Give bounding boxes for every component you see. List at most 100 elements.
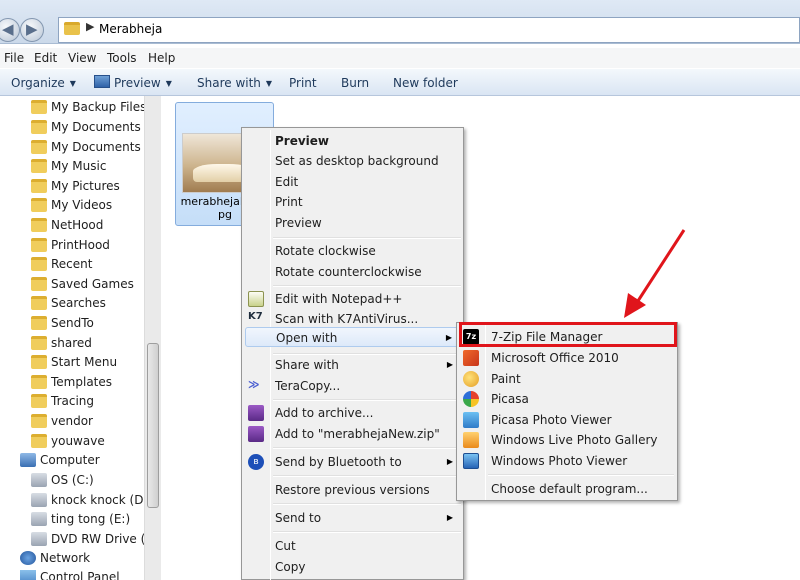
folder-icon (31, 336, 47, 350)
submenu-arrow-icon: ▶ (446, 360, 453, 369)
folder-icon (64, 22, 80, 35)
chevron-down-icon: ▼ (265, 79, 273, 88)
sub-item-picasa-photo-viewer[interactable]: Picasa Photo Viewer (460, 410, 675, 430)
menu-separator (273, 475, 461, 477)
share-with-label: Share with (197, 76, 261, 90)
folder-icon (31, 218, 47, 232)
context-menu: Preview Set as desktop background Edit P… (241, 127, 464, 580)
winrar-icon (248, 426, 264, 442)
menu-help[interactable]: Help (148, 51, 175, 65)
folder-icon (31, 179, 47, 193)
ctx-item-add-to-archive[interactable]: Add to archive... (245, 403, 460, 423)
control-panel-icon (20, 570, 36, 580)
forward-arrow-icon: ▶ (26, 20, 38, 38)
submenu-arrow-icon: ▶ (446, 457, 453, 466)
back-button[interactable]: ◀ (0, 18, 20, 42)
menu-separator (273, 285, 461, 287)
folder-icon (31, 296, 47, 310)
ctx-item-send-by-bluetooth[interactable]: ʙ Send by Bluetooth to ▶ (245, 452, 460, 472)
folder-icon (31, 198, 47, 212)
photo-gallery-icon (463, 432, 479, 448)
ctx-item-cut[interactable]: Cut (245, 536, 460, 556)
sub-item-picasa[interactable]: Picasa (460, 389, 675, 409)
preview-button[interactable]: Preview ▼ (114, 76, 172, 90)
address-bar-area: ◀ ▶ ▶ Merabheja (0, 0, 800, 44)
scrollbar-thumb[interactable] (147, 343, 159, 508)
new-folder-button[interactable]: New folder (393, 76, 458, 90)
photo-viewer-icon (463, 453, 479, 469)
share-with-button[interactable]: Share with ▼ (197, 76, 272, 90)
chevron-down-icon: ▼ (69, 79, 76, 88)
breadcrumb-current-folder[interactable]: Merabheja (99, 22, 162, 36)
breadcrumb-chevron-icon[interactable]: ▶ (86, 20, 94, 33)
menu-bar: File Edit View Tools Help (0, 48, 800, 68)
ctx-item-edit[interactable]: Edit (245, 172, 460, 192)
ctx-item-preview-default[interactable]: Preview (245, 131, 460, 151)
ctx-item-add-to-zip[interactable]: Add to "merabhejaNew.zip" (245, 424, 460, 444)
preview-icon (94, 75, 110, 88)
ctx-item-copy[interactable]: Copy (245, 557, 460, 577)
ctx-item-send-to[interactable]: Send to ▶ (245, 508, 460, 528)
sub-item-microsoft-office[interactable]: Microsoft Office 2010 (460, 348, 675, 368)
ctx-item-rotate-clockwise[interactable]: Rotate clockwise (245, 241, 460, 261)
open-with-submenu: 7z 7-Zip File Manager Microsoft Office 20… (456, 322, 678, 501)
forward-button[interactable]: ▶ (20, 18, 44, 42)
menu-separator (273, 503, 461, 505)
submenu-arrow-icon: ▶ (445, 333, 452, 342)
nav-pane-scrollbar[interactable] (144, 96, 161, 580)
sub-item-paint[interactable]: Paint (460, 369, 675, 389)
drive-icon (31, 493, 47, 507)
dvd-drive-icon (31, 532, 47, 546)
picasa-viewer-icon (463, 412, 479, 428)
paint-icon (463, 371, 479, 387)
folder-icon (31, 355, 47, 369)
teracopy-icon: ≫ (248, 378, 260, 391)
back-arrow-icon: ◀ (2, 20, 14, 38)
ctx-item-print[interactable]: Print (245, 192, 460, 212)
folder-icon (31, 257, 47, 271)
ctx-item-restore-previous-versions[interactable]: Restore previous versions (245, 480, 460, 500)
folder-icon (31, 434, 47, 448)
menu-separator (488, 474, 674, 476)
ctx-item-teracopy[interactable]: ≫ TeraCopy... (245, 376, 460, 396)
ctx-item-open-with[interactable]: Open with ▶ (245, 327, 460, 347)
menu-edit[interactable]: Edit (34, 51, 57, 65)
menu-separator (273, 237, 461, 239)
ctx-item-share-with[interactable]: Share with ▶ (245, 355, 460, 375)
sub-item-windows-photo-viewer[interactable]: Windows Photo Viewer (460, 451, 675, 471)
burn-button[interactable]: Burn (341, 76, 369, 90)
command-bar: Organize ▼ Preview ▼ Share with ▼ Print Bur… (0, 68, 800, 96)
drive-icon (31, 473, 47, 487)
address-field[interactable]: ▶ Merabheja (58, 17, 800, 43)
ctx-item-preview[interactable]: Preview (245, 213, 460, 233)
menu-view[interactable]: View (68, 51, 96, 65)
organize-label: Organize (11, 76, 65, 90)
ctx-item-rotate-counterclockwise[interactable]: Rotate counterclockwise (245, 262, 460, 282)
winrar-icon (248, 405, 264, 421)
organize-button[interactable]: Organize ▼ (11, 76, 76, 90)
menu-file[interactable]: File (4, 51, 24, 65)
ctx-item-set-desktop-background[interactable]: Set as desktop background (245, 151, 460, 171)
ctx-item-scan-with-k7[interactable]: K7 Scan with K7AntiVirus... (245, 309, 460, 329)
annotation-highlight-box (459, 322, 677, 347)
network-icon (20, 551, 36, 565)
print-button[interactable]: Print (289, 76, 317, 90)
sub-item-windows-live-photo-gallery[interactable]: Windows Live Photo Gallery (460, 430, 675, 450)
folder-icon (31, 414, 47, 428)
notepad-plus-icon (248, 291, 264, 307)
menu-separator (273, 531, 461, 533)
folder-icon (31, 316, 47, 330)
chevron-down-icon: ▼ (165, 79, 172, 88)
folder-icon (31, 140, 47, 154)
drive-icon (31, 512, 47, 526)
folder-icon (31, 100, 47, 114)
menu-tools[interactable]: Tools (107, 51, 137, 65)
bluetooth-icon: ʙ (248, 454, 264, 470)
navigation-pane: My Backup Files My Documents My Document… (0, 96, 163, 580)
sub-item-choose-default-program[interactable]: Choose default program... (460, 479, 675, 499)
menu-separator (273, 399, 461, 401)
menu-separator (273, 447, 461, 449)
ctx-item-edit-with-notepad-plus[interactable]: Edit with Notepad++ (245, 289, 460, 309)
preview-label: Preview (114, 76, 161, 90)
submenu-arrow-icon: ▶ (446, 513, 453, 522)
